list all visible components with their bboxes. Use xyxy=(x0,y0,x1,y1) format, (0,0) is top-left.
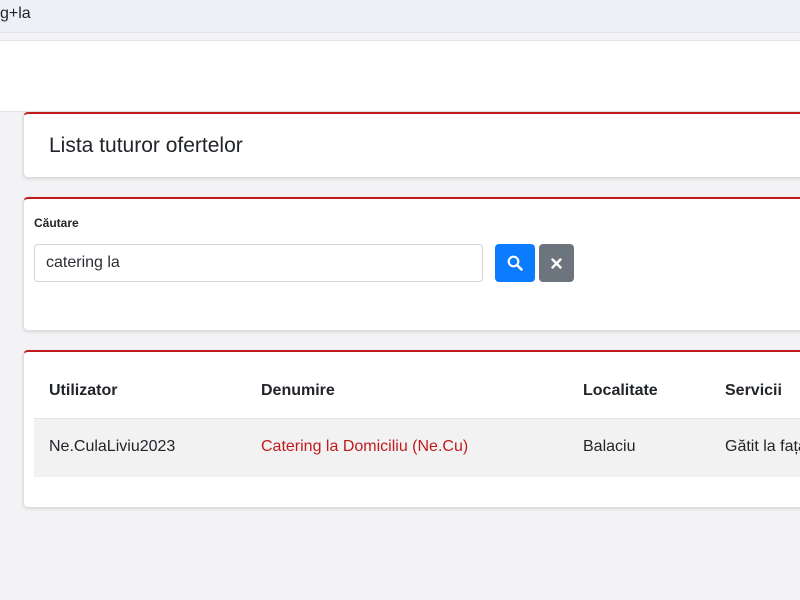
navbar xyxy=(0,40,800,112)
search-card: Căutare xyxy=(23,197,800,331)
search-icon xyxy=(507,255,523,271)
cell-servicii: Gătit la fața xyxy=(725,438,800,455)
column-header-denumire[interactable]: Denumire xyxy=(261,382,335,400)
close-icon xyxy=(551,257,562,269)
title-card: Lista tuturor ofertelor xyxy=(23,112,800,178)
column-header-utilizator[interactable]: Utilizator xyxy=(49,382,117,400)
search-label: Căutare xyxy=(34,216,79,230)
url-text[interactable]: g+la xyxy=(0,5,31,23)
table-header: Utilizator Denumire Localitate Servicii xyxy=(34,364,800,420)
cell-localitate: Balaciu xyxy=(583,438,636,455)
address-bar-strip[interactable]: g+la xyxy=(0,0,800,33)
column-header-servicii[interactable]: Servicii xyxy=(725,382,782,400)
search-input[interactable] xyxy=(34,244,483,282)
cell-utilizator: Ne.CulaLiviu2023 xyxy=(49,438,176,455)
offers-table-card: Utilizator Denumire Localitate Servicii … xyxy=(23,350,800,508)
table-row[interactable]: Ne.CulaLiviu2023 Catering la Domiciliu (… xyxy=(34,419,800,477)
page-title: Lista tuturor ofertelor xyxy=(49,134,243,157)
cell-denumire: Catering la Domiciliu (Ne.Cu) xyxy=(261,438,468,456)
search-button[interactable] xyxy=(495,244,535,282)
clear-search-button[interactable] xyxy=(539,244,574,282)
offer-link[interactable]: Catering la Domiciliu (Ne.Cu) xyxy=(261,438,468,455)
column-header-localitate[interactable]: Localitate xyxy=(583,382,658,400)
